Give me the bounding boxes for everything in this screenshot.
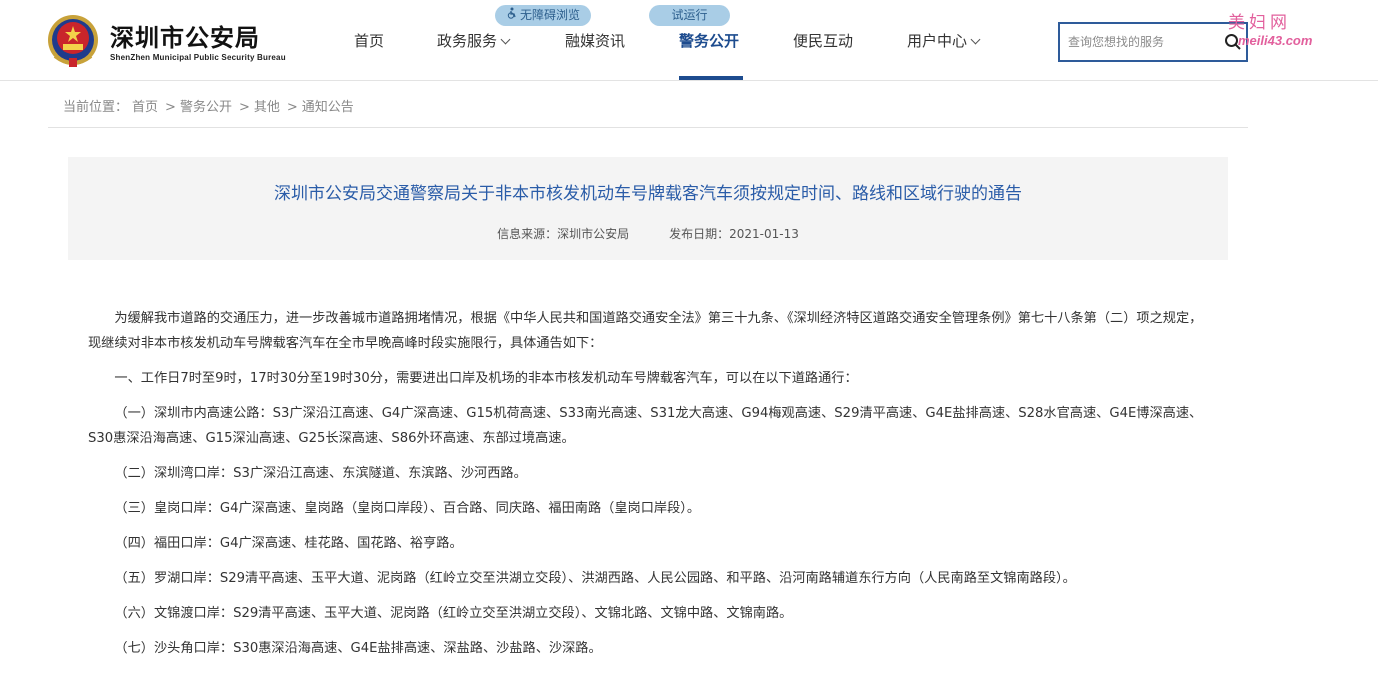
article-paragraph: （六）文锦渡口岸：S29清平高速、玉平大道、泥岗路（红岭立交至洪湖立交段）、文锦… [114, 606, 793, 621]
breadcrumb-notices[interactable]: 通知公告 [302, 100, 354, 115]
nav-citizen-interaction[interactable]: 便民互动 [793, 30, 853, 51]
watermark: 美妇网 meili43.com [1206, 6, 1376, 52]
wheelchair-icon [506, 5, 518, 26]
nav-user-center[interactable]: 用户中心 [907, 30, 981, 51]
breadcrumb-other[interactable]: 其他 [254, 100, 280, 115]
nav-home[interactable]: 首页 [354, 30, 384, 51]
article-paragraph: （七）沙头角口岸：S30惠深沿海高速、G4E盐排高速、深盐路、沙盐路、沙深路。 [114, 641, 602, 656]
accessibility-button[interactable]: 无障碍浏览 [495, 5, 591, 26]
article-meta: 信息来源：深圳市公安局 发布日期：2021-01-13 [68, 225, 1228, 242]
nav-gov-services-label: 政务服务 [437, 32, 498, 50]
site-subtitle: ShenZhen Municipal Public Security Burea… [110, 53, 286, 62]
nav-active-indicator [679, 76, 743, 80]
article-paragraph: （五）罗湖口岸：S29清平高速、玉平大道、泥岗路（红岭立交至洪湖立交段）、洪湖西… [114, 571, 1076, 586]
breadcrumb: 当前位置： 首页 > 警务公开 > 其他 > 通知公告 [63, 96, 358, 115]
site-title[interactable]: 深圳市公安局 [110, 18, 260, 53]
article-paragraph: 为缓解我市道路的交通压力，进一步改善城市道路拥堵情况，根据《中华人民共和国道路交… [88, 311, 1203, 351]
article-paragraph: （一）深圳市内高速公路：S3广深沿江高速、G4广深高速、G15机荷高速、S33南… [88, 406, 1203, 446]
site-header: 深圳市公安局 ShenZhen Municipal Public Securit… [0, 0, 1378, 81]
watermark-text: 美妇网 [1228, 13, 1291, 33]
chevron-down-icon [970, 34, 981, 45]
article-body: 为缓解我市道路的交通压力，进一步改善城市道路拥堵情况，根据《中华人民共和国道路交… [88, 306, 1208, 671]
article-date: 发布日期：2021-01-13 [669, 227, 799, 241]
trial-badge: 试运行 [649, 5, 730, 26]
accessibility-label: 无障碍浏览 [519, 8, 580, 22]
police-emblem-icon[interactable] [47, 14, 99, 68]
nav-police-affairs[interactable]: 警务公开 [679, 30, 739, 51]
search-input[interactable] [1068, 32, 1218, 52]
nav-gov-services[interactable]: 政务服务 [437, 30, 511, 51]
article-header: 深圳市公安局交通警察局关于非本市核发机动车号牌载客汽车须按规定时间、路线和区域行… [68, 157, 1228, 260]
article-paragraph: （三）皇岗口岸：G4广深高速、皇岗路（皇岗口岸段）、百合路、同庆路、福田南路（皇… [114, 501, 701, 516]
article-paragraph: 一、工作日7时至9时，17时30分至19时30分，需要进出口岸及机场的非本市核发… [114, 371, 858, 386]
article-paragraph: （四）福田口岸：G4广深高速、桂花路、国花路、裕亨路。 [114, 536, 463, 551]
breadcrumb-prefix: 当前位置： [63, 100, 129, 115]
chevron-down-icon [500, 34, 511, 45]
nav-media-news[interactable]: 融媒资讯 [565, 30, 625, 51]
nav-user-center-label: 用户中心 [907, 32, 968, 50]
article-source: 信息来源：深圳市公安局 [497, 227, 630, 241]
breadcrumb-divider [48, 127, 1248, 128]
article-title: 深圳市公安局交通警察局关于非本市核发机动车号牌载客汽车须按规定时间、路线和区域行… [274, 184, 1022, 204]
breadcrumb-separator: > [238, 100, 250, 115]
breadcrumb-home[interactable]: 首页 [132, 100, 158, 115]
breadcrumb-police-affairs[interactable]: 警务公开 [180, 100, 232, 115]
article-paragraph: （二）深圳湾口岸：S3广深沿江高速、东滨隧道、东滨路、沙河西路。 [114, 466, 527, 481]
watermark-url: meili43.com [1238, 33, 1313, 48]
breadcrumb-separator: > [165, 100, 176, 115]
breadcrumb-separator: > [286, 100, 298, 115]
